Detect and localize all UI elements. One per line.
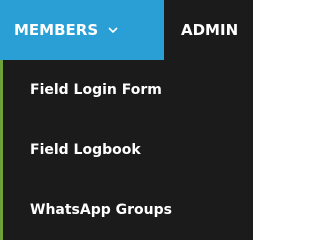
- nav-members-label: MEMBERS: [14, 21, 99, 39]
- menu-item-label: Field Login Form: [30, 82, 162, 98]
- menu-item-whatsapp-groups[interactable]: WhatsApp Groups: [3, 180, 253, 240]
- menu-item-field-login-form[interactable]: Field Login Form: [3, 60, 253, 120]
- nav-members-menu[interactable]: MEMBERS: [0, 0, 164, 60]
- members-dropdown-menu: Field Login Form Field Logbook WhatsApp …: [0, 60, 253, 240]
- menu-item-label: WhatsApp Groups: [30, 202, 172, 218]
- menu-item-label: Field Logbook: [30, 142, 141, 158]
- chevron-down-icon: [106, 23, 120, 37]
- menu-item-field-logbook[interactable]: Field Logbook: [3, 120, 253, 180]
- top-navbar: MEMBERS ADMIN: [0, 0, 253, 60]
- nav-admin-menu[interactable]: ADMIN: [164, 0, 253, 60]
- nav-admin-label: ADMIN: [181, 21, 239, 39]
